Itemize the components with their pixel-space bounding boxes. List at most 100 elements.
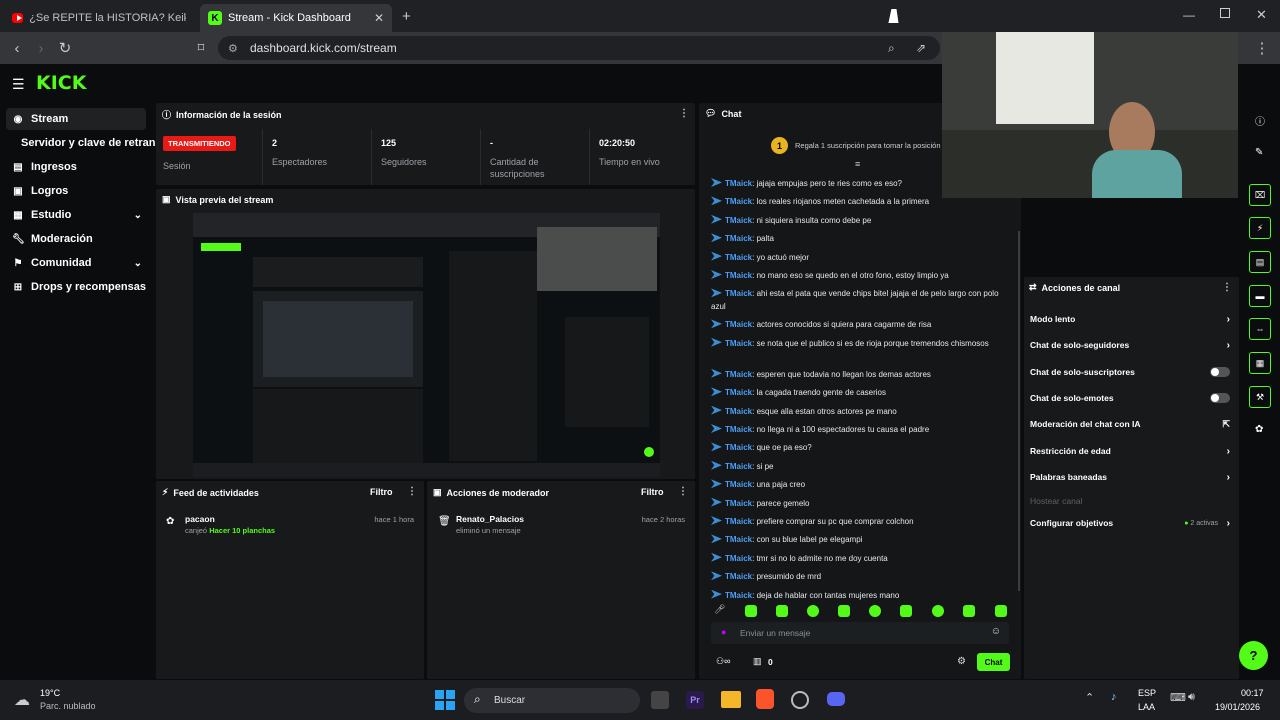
close-tab-icon[interactable]: ✕ [374,11,384,25]
zoom-icon[interactable]: ⌕ [888,41,895,56]
emote-icon[interactable] [869,605,881,617]
sidebar-item-drops[interactable]: ⊞ Drops y recompensas [6,276,146,298]
forward-icon[interactable]: › [31,38,51,58]
rail-button-notes[interactable]: ▤ [1249,251,1271,273]
emote-icon[interactable] [838,605,850,617]
activity-user[interactable]: pacaon [185,514,215,524]
pinned-gift-message[interactable]: Regala 1 suscripción para tomar la posic… [795,141,941,150]
address-bar[interactable]: ⚙ dashboard.kick.com/stream ⌕ ⇗ [218,36,940,60]
reload-icon[interactable]: ↻ [55,38,75,58]
sidebar-item-stream[interactable]: ◉ Stream [6,108,146,130]
maximize-icon[interactable] [1220,8,1230,18]
chat-username[interactable]: TMaick [725,462,752,471]
chat-username[interactable]: TMaick [725,554,752,563]
task-view-icon[interactable] [651,691,669,709]
close-window-icon[interactable]: ✕ [1256,7,1267,23]
emote-icon[interactable] [932,605,944,617]
emote-icon[interactable] [745,605,757,617]
slow-mode-row[interactable]: Modo lento › [1030,312,1230,326]
send-chat-button[interactable]: Chat [977,653,1010,671]
network-icon[interactable]: ⌨ [1170,691,1186,704]
moderator-user[interactable]: Renato_Palacios [456,514,524,524]
chat-username[interactable]: TMaick [725,289,752,298]
clock-time[interactable]: 00:17 [1241,688,1264,698]
chat-username[interactable]: TMaick [725,388,752,397]
sidebar-item-estudio[interactable]: ▦ Estudio ⌄ [6,204,146,226]
filter-button[interactable]: Filtro [641,487,664,497]
rail-button-wrench[interactable]: ⚒ [1249,386,1271,408]
chat-username[interactable]: TMaick [725,320,752,329]
more-options-icon[interactable]: ⋮ [679,108,689,119]
chat-username[interactable]: TMaick [725,407,752,416]
chat-username[interactable]: TMaick [725,339,752,348]
rail-button-swap[interactable]: ⇔ [1249,318,1271,340]
tab-youtube[interactable]: ¿Se REPITE la HISTORIA? Keiko y Lóp [4,4,194,32]
rail-rewards-icon[interactable]: ✿ [1255,424,1263,435]
taskbar-search[interactable]: ⌕ Buscar [464,688,640,713]
keyboard-layout[interactable]: LAA [1138,702,1155,712]
emote-bar-icon[interactable]: 🎤︎ [714,604,725,615]
more-options-icon[interactable]: ⋮ [1222,282,1232,293]
file-explorer-icon[interactable] [721,691,741,708]
chat-username[interactable]: TMaick [725,216,752,225]
goals-row[interactable]: Configurar objetivos ● 2 activas › [1030,516,1230,530]
help-button[interactable]: ? [1239,641,1268,670]
sidebar-item-comunidad[interactable]: ⚑ Comunidad ⌄ [6,252,146,274]
tray-chevron-icon[interactable]: ⌃ [1085,691,1094,704]
ai-moderation-row[interactable]: Moderación del chat con IA ⇱ [1030,417,1230,431]
minimize-icon[interactable]: — [1183,8,1195,22]
chat-input[interactable]: ● Enviar un mensaje ☺ [711,622,1009,644]
rail-button-chat[interactable]: ▬ [1249,285,1271,307]
menu-icon[interactable]: ⋮ [1252,38,1272,58]
subscribers-only-toggle[interactable] [1210,367,1230,377]
clock-date[interactable]: 19/01/2026 [1215,702,1260,712]
emote-icon[interactable] [776,605,788,617]
chat-settings-gear-icon[interactable]: ⚙ [957,656,966,667]
discord-icon[interactable] [827,692,845,706]
emotes-only-toggle[interactable] [1210,393,1230,403]
chat-username[interactable]: TMaick [725,271,752,280]
chat-username[interactable]: TMaick [725,253,752,262]
chat-username[interactable]: TMaick [725,517,752,526]
new-tab-icon[interactable]: + [402,8,411,25]
chat-username[interactable]: TMaick [725,179,752,188]
tab-kick-dashboard[interactable]: K Stream - Kick Dashboard ✕ [200,4,392,32]
chat-username[interactable]: TMaick [725,443,752,452]
age-restriction-row[interactable]: Restricción de edad › [1030,444,1230,458]
edit-icon[interactable]: ✎ [1255,147,1263,158]
site-info-icon[interactable]: ⚙ [228,42,238,55]
back-icon[interactable]: ‹ [7,38,27,58]
microphone-icon[interactable]: ♪ [1111,691,1117,703]
info-icon[interactable]: ⓘ [1255,113,1265,128]
filter-button[interactable]: Filtro [370,487,393,497]
rail-button-camera[interactable]: ⌧ [1249,184,1271,206]
chat-username[interactable]: TMaick [725,499,752,508]
chat-username[interactable]: TMaick [725,370,752,379]
collapse-pinned-icon[interactable]: ≡ [855,159,860,169]
rail-button-layout[interactable]: ▦ [1249,352,1271,374]
emote-icon[interactable] [963,605,975,617]
emote-icon[interactable] [900,605,912,617]
emote-icon[interactable] [807,605,819,617]
language-code[interactable]: ESP [1138,688,1156,698]
chat-username[interactable]: TMaick [725,591,752,600]
chat-username[interactable]: TMaick [725,197,752,206]
emoji-picker-icon[interactable]: ☺ [991,626,1001,637]
sidebar-item-server-key[interactable]: Servidor y clave de retransm [15,132,160,154]
more-options-icon[interactable]: ⋮ [407,486,417,497]
volume-icon[interactable]: 🔊︎ [1188,691,1195,704]
emote-icon[interactable] [995,605,1007,617]
chat-username[interactable]: TMaick [725,425,752,434]
chat-scrollbar[interactable] [1018,231,1020,591]
rail-button-lightning[interactable]: ⚡︎ [1249,217,1271,239]
more-options-icon[interactable]: ⋮ [678,486,688,497]
chat-username[interactable]: TMaick [725,535,752,544]
chat-username[interactable]: TMaick [725,234,752,243]
brave-browser-icon[interactable] [756,689,774,709]
sidebar-item-logros[interactable]: ▣ Logros [6,180,146,202]
share-icon[interactable]: ⇗ [916,41,926,55]
followers-only-row[interactable]: Chat de solo-seguidores › [1030,338,1230,352]
bookmark-icon[interactable]: ⌑ [191,38,211,58]
sidebar-item-moderacion[interactable]: 🔧︎ Moderación [6,228,146,250]
connections-icon[interactable]: ⚇∞ [716,656,730,667]
